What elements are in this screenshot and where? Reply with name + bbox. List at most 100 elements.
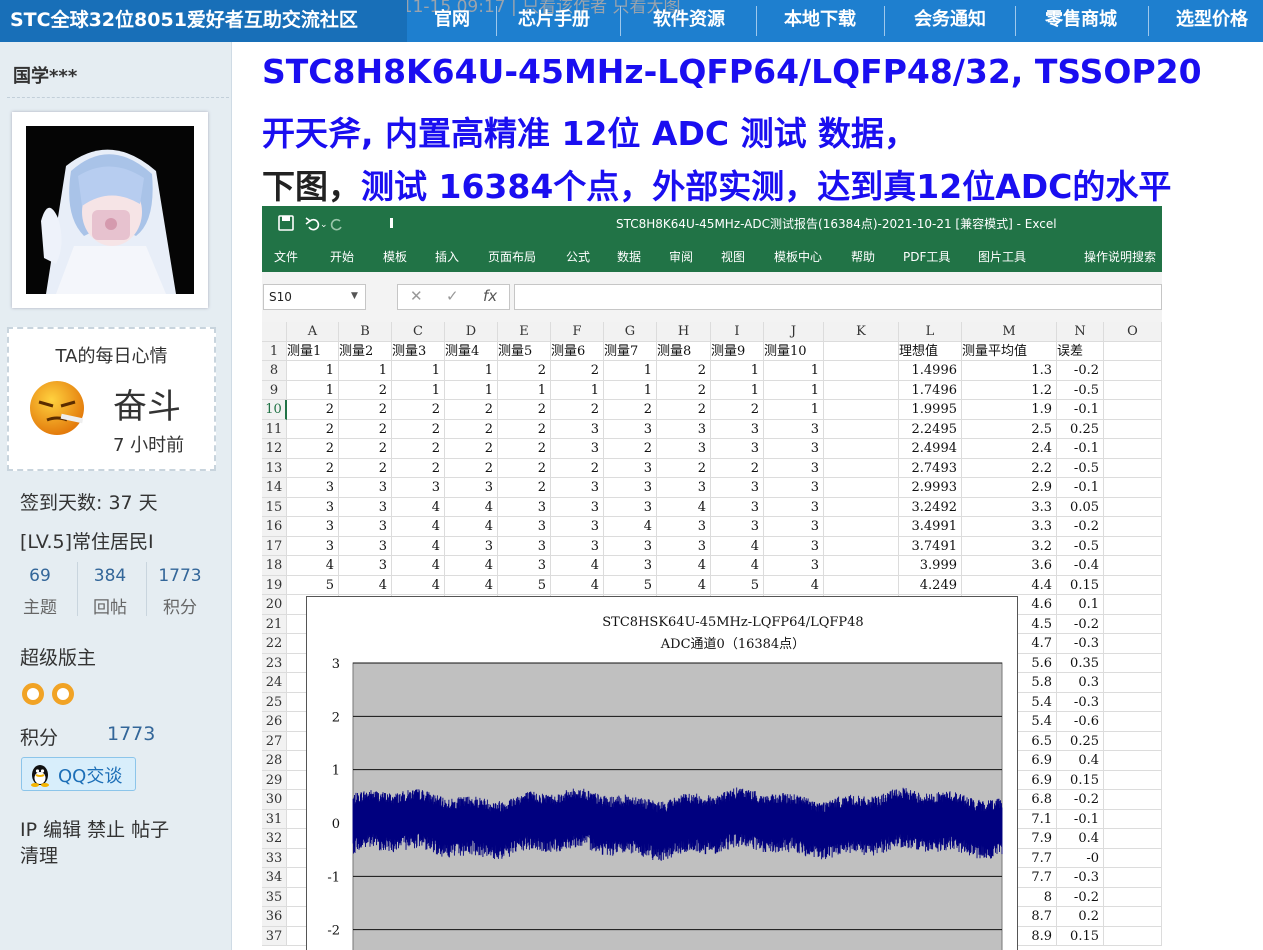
stat-threads-value[interactable]: 69 (10, 566, 70, 586)
column-header[interactable]: H (657, 322, 711, 342)
row-header[interactable]: 8 (262, 361, 287, 381)
row-header[interactable]: 29 (262, 770, 287, 790)
column-header[interactable]: J (764, 322, 824, 342)
svg-text:⌄: ⌄ (320, 220, 328, 230)
admin-actions-line1[interactable]: IP 编辑 禁止 帖子 (20, 815, 169, 842)
row-header[interactable]: 37 (262, 926, 287, 946)
row-header[interactable]: 11 (262, 419, 287, 439)
row-header[interactable]: 26 (262, 712, 287, 732)
avatar[interactable] (12, 112, 208, 308)
row-header[interactable]: 24 (262, 673, 287, 693)
nav-shop[interactable]: 零售商城 (1030, 0, 1132, 42)
table-cell: 2 (445, 419, 498, 439)
row-header[interactable]: 25 (262, 692, 287, 712)
cancel-icon[interactable]: ✕ (410, 287, 423, 305)
row-header[interactable]: 27 (262, 731, 287, 751)
nav-official-site[interactable]: 官网 (418, 0, 486, 42)
row-header[interactable]: 17 (262, 536, 287, 556)
column-header[interactable]: L (899, 322, 962, 342)
row-header[interactable]: 10 (262, 400, 287, 420)
column-header[interactable]: K (824, 322, 899, 342)
column-header[interactable]: C (392, 322, 445, 342)
ribbon-tab[interactable]: 图片工具 (978, 248, 1026, 265)
user-role[interactable]: 超级版主 (20, 643, 96, 670)
column-header[interactable]: E (498, 322, 551, 342)
nav-pricing[interactable]: 选型价格 (1162, 0, 1262, 42)
row-header[interactable]: 28 (262, 751, 287, 771)
row-header[interactable]: 15 (262, 497, 287, 517)
name-box-dropdown-icon[interactable]: ▼ (351, 291, 358, 301)
excel-screenshot: ⌄ STC8H8K64U-45MHz-ADC测试报告(16384点)-2021-… (262, 206, 1162, 950)
table-cell: 2 (445, 439, 498, 459)
adc-chart[interactable]: STC8HSK64U-45MHz-LQFP64/LQFP48 ADC通道0（163… (306, 596, 1018, 950)
table-cell: 2 (339, 380, 392, 400)
nav-notices[interactable]: 会务通知 (900, 0, 1000, 42)
user-level[interactable]: [LV.5]常住居民I (20, 527, 154, 554)
row-header[interactable]: 23 (262, 653, 287, 673)
column-header[interactable]: O (1104, 322, 1162, 342)
ribbon-tab[interactable]: 数据 (617, 248, 641, 265)
nav-software[interactable]: 软件资源 (638, 0, 740, 42)
ribbon-tab[interactable]: 帮助 (851, 248, 875, 265)
row-header[interactable]: 20 (262, 595, 287, 615)
row-header[interactable]: 21 (262, 614, 287, 634)
stat-replies-value[interactable]: 384 (80, 566, 140, 586)
ribbon-tab[interactable]: 视图 (721, 248, 745, 265)
ribbon-tab[interactable]: 页面布局 (488, 248, 536, 265)
table-cell: 2 (339, 439, 392, 459)
confirm-icon[interactable]: ✓ (446, 287, 459, 305)
table-cell: 3 (764, 419, 824, 439)
table-cell: 3 (287, 497, 339, 517)
row-header[interactable]: 1 (262, 341, 287, 361)
row-header[interactable]: 13 (262, 458, 287, 478)
fx-icon[interactable]: fx (483, 287, 497, 305)
stat-points-value[interactable]: 1773 (150, 566, 210, 586)
avatar-image (26, 126, 194, 294)
row-header[interactable]: 36 (262, 907, 287, 927)
site-name-link[interactable]: STC全球32位8051爱好者互助交流社区 (0, 0, 407, 42)
row-header[interactable]: 33 (262, 848, 287, 868)
column-header[interactable]: M (962, 322, 1057, 342)
select-all-corner[interactable] (262, 322, 287, 342)
admin-actions-line2[interactable]: 清理 (20, 841, 58, 868)
table-cell: 3.6 (962, 556, 1057, 576)
ribbon-tab[interactable]: 文件 (274, 248, 298, 265)
ribbon-tab[interactable]: 公式 (566, 248, 590, 265)
row-header[interactable]: 35 (262, 887, 287, 907)
row-header[interactable]: 30 (262, 790, 287, 810)
row-header[interactable]: 16 (262, 517, 287, 537)
row-header[interactable]: 14 (262, 478, 287, 498)
formula-input[interactable] (514, 284, 1162, 310)
ribbon-tab[interactable]: 审阅 (669, 248, 693, 265)
column-header[interactable]: F (551, 322, 604, 342)
row-header[interactable]: 12 (262, 439, 287, 459)
rank-star-icon (52, 683, 74, 705)
column-header[interactable]: G (604, 322, 657, 342)
ribbon-tab[interactable]: PDF工具 (903, 248, 950, 265)
nav-local-download[interactable]: 本地下载 (770, 0, 870, 42)
table-cell: 1 (339, 361, 392, 381)
ribbon-tab[interactable]: 插入 (435, 248, 459, 265)
nav-datasheet[interactable]: 芯片手册 (506, 0, 602, 42)
row-header[interactable]: 9 (262, 380, 287, 400)
qq-chat-button[interactable]: QQ交谈 (21, 757, 136, 791)
row-header[interactable]: 19 (262, 575, 287, 595)
row-header[interactable]: 22 (262, 634, 287, 654)
column-header[interactable]: A (287, 322, 339, 342)
column-header[interactable]: N (1057, 322, 1104, 342)
row-header[interactable]: 34 (262, 868, 287, 888)
author-username[interactable]: 国学*** (13, 62, 77, 88)
row-header[interactable]: 18 (262, 556, 287, 576)
row-header[interactable]: 32 (262, 829, 287, 849)
row-header[interactable]: 31 (262, 809, 287, 829)
column-header[interactable]: B (339, 322, 392, 342)
column-header[interactable]: D (445, 322, 498, 342)
ribbon-tab[interactable]: 开始 (330, 248, 354, 265)
ribbon-tab[interactable]: 模板中心 (774, 248, 822, 265)
table-cell: 2 (711, 458, 764, 478)
column-header[interactable]: I (711, 322, 764, 342)
ribbon-tab[interactable]: 操作说明搜索 (1084, 248, 1156, 265)
table-cell: 3 (498, 556, 551, 576)
ribbon-tab[interactable]: 模板 (383, 248, 407, 265)
post-heading-line1: STC8H8K64U-45MHz-LQFP64/LQFP48/32, TSSOP… (262, 52, 1202, 91)
